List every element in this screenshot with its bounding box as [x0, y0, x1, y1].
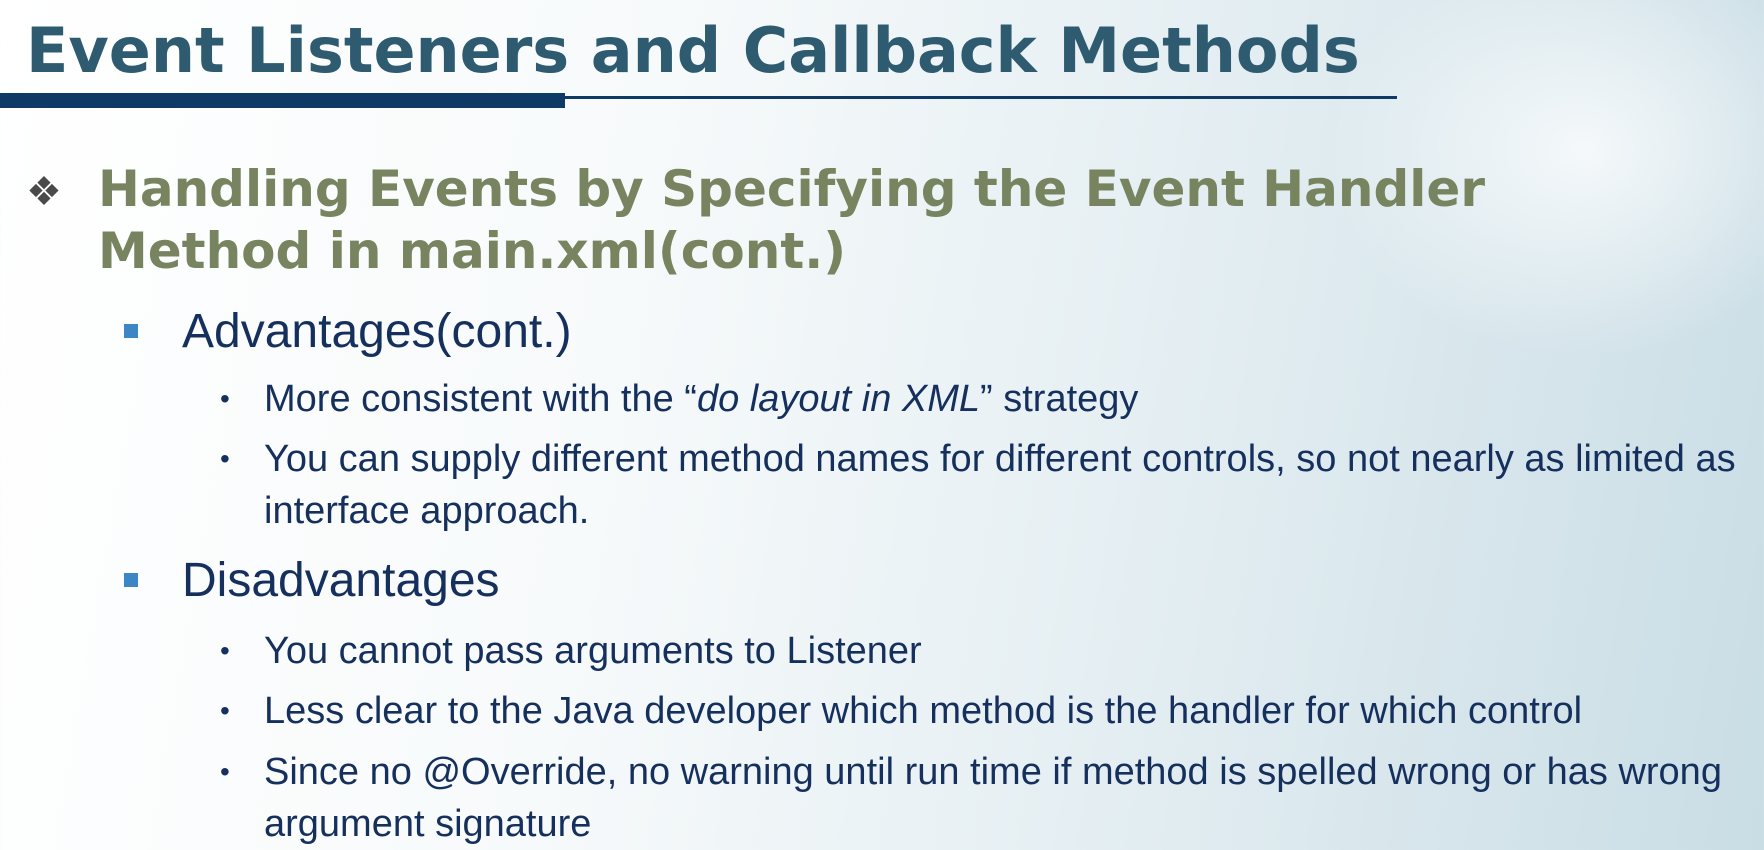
title-underline-accent [0, 93, 565, 108]
dot-bullet-icon: • [220, 443, 230, 474]
slide-title: Event Listeners and Callback Methods [26, 14, 1360, 87]
disadvantage-point-text: Less clear to the Java developer which m… [264, 690, 1583, 732]
square-bullet-icon [124, 324, 138, 338]
dot-bullet-icon: • [220, 383, 230, 414]
disadvantage-point: • Since no @Override, no warning until r… [220, 746, 1760, 850]
square-bullet-icon [124, 573, 138, 587]
disadvantages-item: Disadvantages [124, 553, 500, 609]
disadvantage-point-text: You cannot pass arguments to Listener [264, 630, 922, 672]
section-heading: ❖ Handling Events by Specifying the Even… [26, 158, 1626, 282]
advantages-item: Advantages(cont.) [124, 304, 572, 360]
advantage-point: • More consistent with the “do layout in… [220, 373, 1760, 425]
italic-phrase: do layout in XML [696, 378, 981, 420]
disadvantage-point: • You cannot pass arguments to Listener [220, 625, 1760, 677]
dot-bullet-icon: • [220, 635, 230, 666]
disadvantage-point: • Less clear to the Java developer which… [220, 685, 1760, 737]
disadvantage-point-text: Since no @Override, no warning until run… [264, 751, 1722, 845]
diamond-bullet-icon: ❖ [26, 170, 62, 214]
advantage-point-text: You can supply different method names fo… [264, 438, 1736, 532]
advantage-point: • You can supply different method names … [220, 433, 1760, 537]
advantages-label: Advantages(cont.) [182, 305, 572, 358]
advantage-point-text: More consistent with the “do layout in X… [264, 378, 1139, 420]
section-heading-text: Handling Events by Specifying the Event … [98, 160, 1485, 280]
dot-bullet-icon: • [220, 695, 230, 726]
disadvantages-label: Disadvantages [182, 554, 500, 607]
dot-bullet-icon: • [220, 756, 230, 787]
